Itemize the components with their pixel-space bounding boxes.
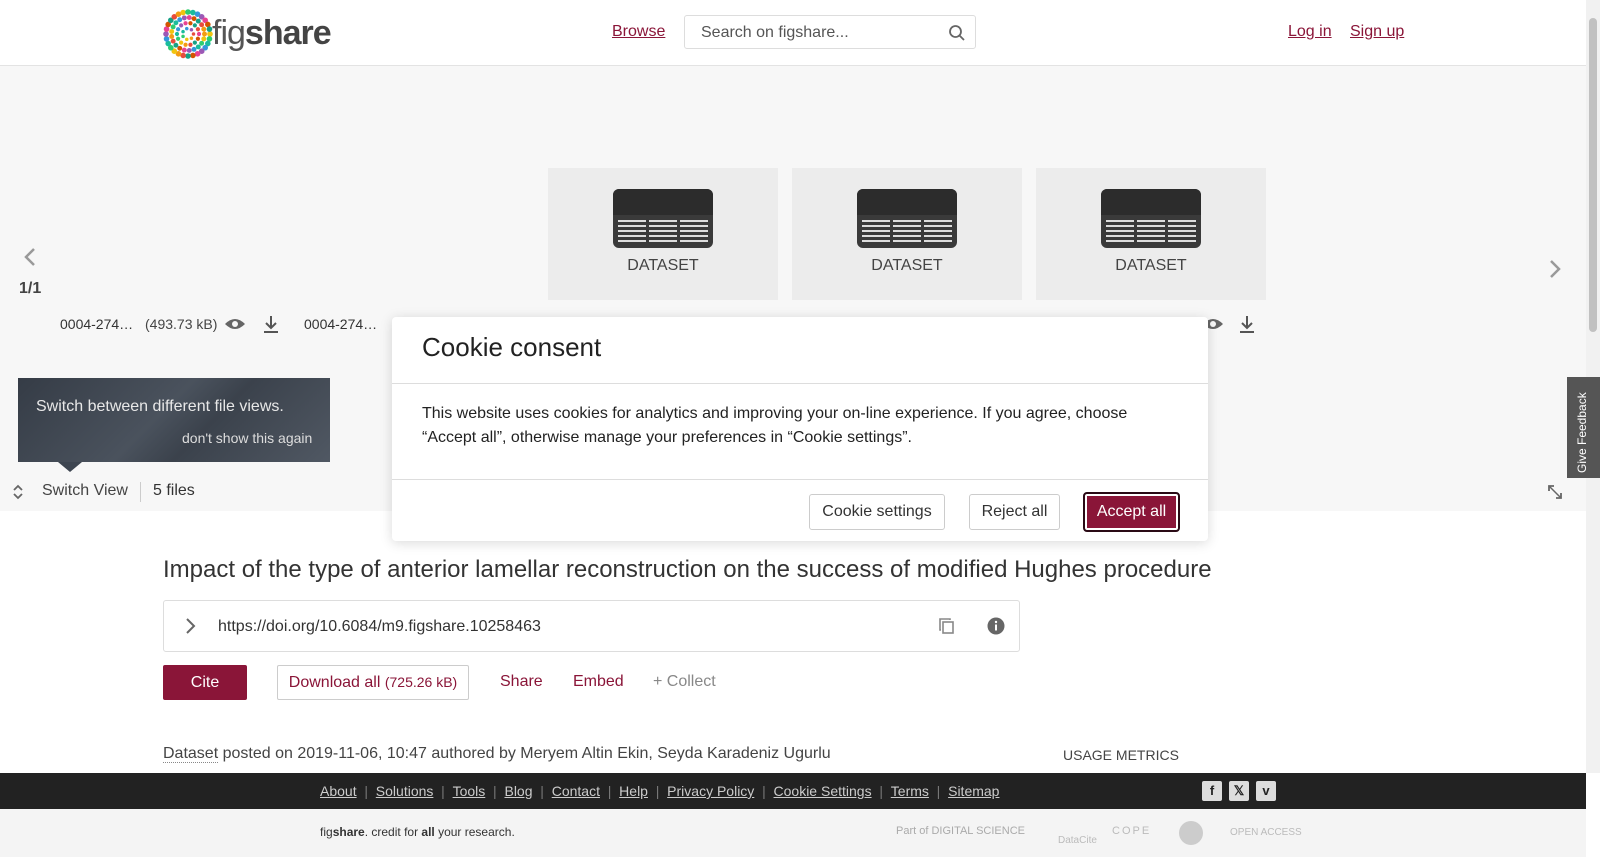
separator: | xyxy=(356,783,376,799)
footer-link-solutions[interactable]: Solutions xyxy=(376,783,434,799)
scrollbar-thumb[interactable] xyxy=(1589,18,1597,332)
separator: | xyxy=(928,783,949,799)
login-link[interactable]: Log in xyxy=(1288,23,1332,41)
dialog-title: Cookie consent xyxy=(422,332,602,362)
separator: | xyxy=(599,783,620,799)
collect-button[interactable]: + Collect xyxy=(653,673,716,691)
dialog-body: This website uses cookies for analytics … xyxy=(422,405,1128,446)
datacite-logo[interactable]: DataCite xyxy=(1058,835,1097,846)
partner-globe-icon[interactable] xyxy=(1179,821,1203,845)
switch-view-button[interactable]: Switch View xyxy=(42,482,128,500)
usage-metrics-heading: USAGE METRICS xyxy=(1063,747,1179,763)
divider xyxy=(140,482,141,502)
facebook-icon[interactable]: f xyxy=(1202,781,1222,801)
reject-all-button[interactable]: Reject all xyxy=(969,494,1060,530)
tile-label: DATASET xyxy=(1115,257,1187,274)
separator: | xyxy=(871,783,891,799)
share-button[interactable]: Share xyxy=(500,673,543,691)
doi-link[interactable]: https://doi.org/10.6084/m9.figshare.1025… xyxy=(218,618,541,636)
posted-line: Dataset posted on 2019-11-06, 10:47 auth… xyxy=(163,745,831,763)
browse-link[interactable]: Browse xyxy=(612,23,665,41)
item-type-link[interactable]: Dataset xyxy=(163,745,219,763)
give-feedback-label: Give Feedback xyxy=(1575,392,1589,473)
search-box[interactable] xyxy=(684,15,976,49)
footer-link-help[interactable]: Help xyxy=(619,783,648,799)
open-access-logo[interactable]: OPEN ACCESS xyxy=(1230,827,1302,838)
doi-box: https://doi.org/10.6084/m9.figshare.1025… xyxy=(163,600,1020,652)
footer-link-tools[interactable]: Tools xyxy=(453,783,486,799)
tooltip-text: Switch between different file views. xyxy=(36,398,284,415)
tile-label: DATASET xyxy=(871,257,943,274)
footer-links: About | Solutions | Tools | Blog | Conta… xyxy=(320,783,999,801)
x-twitter-icon[interactable]: 𝕏 xyxy=(1229,781,1249,801)
file-name: 0004-274… xyxy=(60,316,134,332)
copy-icon[interactable] xyxy=(938,617,956,635)
dialog-divider xyxy=(392,479,1208,480)
figshare-logo-mark-icon xyxy=(163,9,213,59)
chevron-left-icon[interactable] xyxy=(22,246,38,268)
download-all-button[interactable]: Download all (725.26 kB) xyxy=(277,665,469,700)
dialog-divider xyxy=(392,383,1208,384)
file-view-tooltip: Switch between different file views. don… xyxy=(18,378,330,462)
file-tile[interactable]: DATASET xyxy=(792,168,1022,300)
embed-button[interactable]: Embed xyxy=(573,673,624,691)
table-icon xyxy=(1101,189,1201,248)
separator: | xyxy=(532,783,552,799)
footer-bottom: figshare. credit for all your research. … xyxy=(0,809,1586,857)
download-icon[interactable] xyxy=(1238,314,1256,334)
file-tile[interactable]: DATASET xyxy=(1036,168,1266,300)
footer-link-sitemap[interactable]: Sitemap xyxy=(948,783,999,799)
digital-science-logo[interactable]: Part of DIGITAL SCIENCE xyxy=(896,825,1025,837)
switch-view-icon[interactable] xyxy=(11,484,25,500)
vimeo-icon[interactable]: v xyxy=(1256,781,1276,801)
eye-icon[interactable] xyxy=(224,316,246,332)
footer-link-blog[interactable]: Blog xyxy=(504,783,532,799)
page-indicator: 1/1 xyxy=(19,280,42,297)
dont-show-again-link[interactable]: don't show this again xyxy=(182,430,312,446)
footer-link-cookie-settings[interactable]: Cookie Settings xyxy=(774,783,872,799)
footer-tagline: figshare. credit for all your research. xyxy=(320,825,515,839)
info-icon[interactable] xyxy=(987,617,1005,635)
fullscreen-icon[interactable] xyxy=(1547,484,1563,500)
footer-links-bar: About | Solutions | Tools | Blog | Conta… xyxy=(0,773,1586,809)
file-count: 5 files xyxy=(153,482,195,499)
download-all-size: (725.26 kB) xyxy=(384,673,458,690)
file-name: 0004-274… xyxy=(304,316,378,332)
search-input[interactable] xyxy=(699,23,943,43)
figshare-logo-text: figshare xyxy=(212,14,332,52)
separator: | xyxy=(754,783,774,799)
cite-button[interactable]: Cite xyxy=(163,665,247,700)
cookie-consent-dialog: Cookie consent This website uses cookies… xyxy=(392,317,1208,541)
cookie-settings-button[interactable]: Cookie settings xyxy=(809,494,945,530)
site-header: figshare Browse Log in Sign up xyxy=(0,0,1586,66)
posted-text: posted on 2019-11-06, 10:47 authored by … xyxy=(222,745,831,762)
cope-logo[interactable]: COPE xyxy=(1112,825,1151,837)
give-feedback-tab[interactable]: Give Feedback xyxy=(1567,377,1600,478)
footer-link-privacy-policy[interactable]: Privacy Policy xyxy=(667,783,754,799)
file-tile[interactable]: DATASET xyxy=(548,168,778,300)
tooltip-arrow xyxy=(58,462,82,472)
chevron-right-icon[interactable] xyxy=(184,617,196,635)
chevron-right-icon[interactable] xyxy=(1547,258,1563,280)
file-size: (493.73 kB) xyxy=(145,316,218,332)
table-icon xyxy=(613,189,713,248)
separator: | xyxy=(485,783,505,799)
footer-link-contact[interactable]: Contact xyxy=(552,783,600,799)
footer-link-terms[interactable]: Terms xyxy=(891,783,929,799)
search-icon[interactable] xyxy=(948,24,966,42)
table-icon xyxy=(857,189,957,248)
separator: | xyxy=(647,783,668,799)
item-title: Impact of the type of anterior lamellar … xyxy=(163,556,1212,583)
signup-link[interactable]: Sign up xyxy=(1350,23,1404,41)
download-all-label: Download all xyxy=(288,673,381,691)
footer-link-about[interactable]: About xyxy=(320,783,357,799)
download-icon[interactable] xyxy=(262,314,280,334)
separator: | xyxy=(433,783,453,799)
tile-label: DATASET xyxy=(627,257,699,274)
accept-all-button[interactable]: Accept all xyxy=(1083,492,1180,532)
